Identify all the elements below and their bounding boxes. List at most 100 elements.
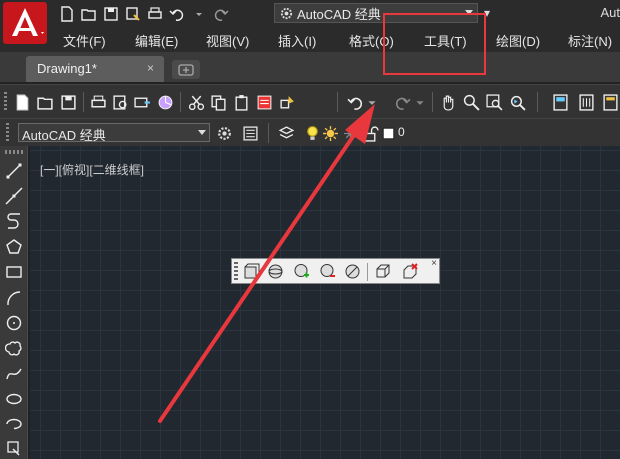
solid-box-icon[interactable] (242, 262, 261, 281)
sun-icon[interactable] (320, 123, 340, 143)
save-as-icon[interactable] (124, 5, 142, 22)
text-style-settings-icon[interactable] (214, 123, 234, 143)
redo-icon[interactable] (212, 5, 230, 22)
title-bar: AutoCAD 经典 ▾ Aut (0, 0, 620, 44)
workspace-settings-icon[interactable] (240, 123, 260, 143)
menu-insert[interactable]: 插入(I) (278, 31, 316, 50)
subtract-icon[interactable] (318, 262, 337, 281)
publish-icon[interactable] (132, 92, 152, 112)
spline-icon[interactable] (4, 364, 24, 384)
properties-icon[interactable] (550, 92, 570, 112)
toolbar-grip[interactable] (6, 123, 9, 141)
extrude-icon[interactable] (373, 262, 392, 281)
menu-edit[interactable]: 编辑(E) (135, 31, 178, 50)
drawing-canvas[interactable] (30, 146, 620, 459)
redo-icon[interactable] (392, 92, 412, 112)
circle-icon[interactable] (4, 313, 24, 333)
tab-label: Drawing1* (37, 61, 97, 76)
cut-icon[interactable] (186, 92, 206, 112)
workspace-label: AutoCAD 经典 (297, 6, 381, 22)
sphere-icon[interactable] (266, 262, 285, 281)
toolbar-separator (537, 92, 538, 112)
arc-icon[interactable] (4, 288, 24, 308)
polyline-icon[interactable] (4, 212, 24, 232)
close-icon[interactable]: × (431, 258, 437, 269)
lock-icon[interactable] (360, 123, 380, 143)
design-center-icon[interactable] (576, 92, 596, 112)
app-title: Aut (600, 5, 620, 20)
undo-dropdown-icon[interactable] (190, 5, 208, 22)
ellipse-icon[interactable] (4, 389, 24, 409)
close-icon[interactable]: × (147, 61, 154, 75)
toolbar-separator (432, 92, 433, 112)
ellipse-arc-icon[interactable] (4, 414, 24, 434)
application-menu-button[interactable] (3, 2, 47, 44)
viewport-freeze-icon[interactable] (340, 123, 360, 143)
paste-icon[interactable] (231, 92, 251, 112)
plot-icon[interactable] (146, 5, 164, 22)
draw-toolbar (0, 146, 28, 459)
pan-icon[interactable] (438, 92, 458, 112)
intersect-icon[interactable] (343, 262, 362, 281)
save-icon[interactable] (58, 92, 78, 112)
toolbar-grip[interactable] (5, 150, 23, 154)
zoom-window-icon[interactable] (484, 92, 504, 112)
zoom-previous-icon[interactable] (507, 92, 527, 112)
undo-icon[interactable] (168, 5, 186, 22)
insert-block-icon[interactable] (4, 438, 24, 458)
undo-dropdown-icon[interactable] (366, 92, 378, 112)
new-tab-button[interactable] (172, 60, 200, 79)
lightbulb-icon[interactable] (302, 123, 322, 143)
new-icon[interactable] (58, 5, 76, 22)
toolbar-separator (83, 92, 84, 112)
menu-draw[interactable]: 绘图(D) (496, 31, 540, 50)
toolbar-separator (268, 123, 269, 143)
block-editor-icon[interactable] (277, 92, 297, 112)
menu-bar: 文件(F) 编辑(E) 视图(V) 插入(I) 格式(O) 工具(T) 绘图(D… (0, 28, 620, 52)
current-layer-value[interactable]: 0 (398, 125, 405, 139)
zoom-realtime-icon[interactable] (461, 92, 481, 112)
toolbar-separator (367, 263, 368, 281)
toolbar-grip[interactable] (234, 262, 238, 281)
menu-view[interactable]: 视图(V) (206, 31, 249, 50)
tab-drawing1[interactable]: Drawing1* × (26, 56, 164, 82)
copy-icon[interactable] (208, 92, 228, 112)
revision-cloud-icon[interactable] (4, 338, 24, 358)
undo-icon[interactable] (345, 92, 365, 112)
file-tabs-bar: Drawing1* × (0, 52, 620, 82)
interfere-icon[interactable] (400, 262, 419, 281)
redo-dropdown-icon[interactable] (414, 92, 426, 112)
union-icon[interactable] (292, 262, 311, 281)
tool-palettes-icon[interactable] (600, 92, 620, 112)
new-tab-icon (178, 63, 194, 76)
polygon-icon[interactable] (4, 237, 24, 257)
line-icon[interactable] (4, 161, 24, 181)
tools-menu-highlight-box (383, 13, 486, 75)
plot-preview-icon[interactable] (110, 92, 130, 112)
styles-layers-toolbar: AutoCAD 经典 0 (0, 118, 620, 146)
rectangle-icon[interactable] (4, 262, 24, 282)
floating-toolbar: × (231, 258, 440, 284)
standard-toolbar (0, 84, 620, 118)
menu-dimension[interactable]: 标注(N) (568, 31, 612, 50)
plot-icon[interactable] (88, 92, 108, 112)
open-icon[interactable] (35, 92, 55, 112)
new-icon[interactable] (12, 92, 32, 112)
save-icon[interactable] (102, 5, 120, 22)
construction-line-icon[interactable] (4, 186, 24, 206)
menu-file[interactable]: 文件(F) (63, 31, 106, 50)
viewport-controls[interactable]: [一][俯视][二维线框] (40, 161, 144, 178)
autocad-logo-icon (3, 2, 47, 44)
layer-properties-icon[interactable] (276, 123, 296, 143)
3d-dwf-icon[interactable] (155, 92, 175, 112)
layer-color-swatch[interactable] (378, 123, 398, 143)
open-icon[interactable] (80, 5, 98, 22)
chevron-down-icon (198, 130, 206, 135)
gear-icon (280, 7, 293, 19)
match-properties-icon[interactable] (254, 92, 274, 112)
quick-access-toolbar (58, 5, 230, 22)
toolbar-separator (337, 92, 338, 112)
text-style-select[interactable]: AutoCAD 经典 (18, 123, 210, 143)
toolbar-grip[interactable] (4, 92, 7, 112)
text-style-value: AutoCAD 经典 (22, 128, 106, 143)
